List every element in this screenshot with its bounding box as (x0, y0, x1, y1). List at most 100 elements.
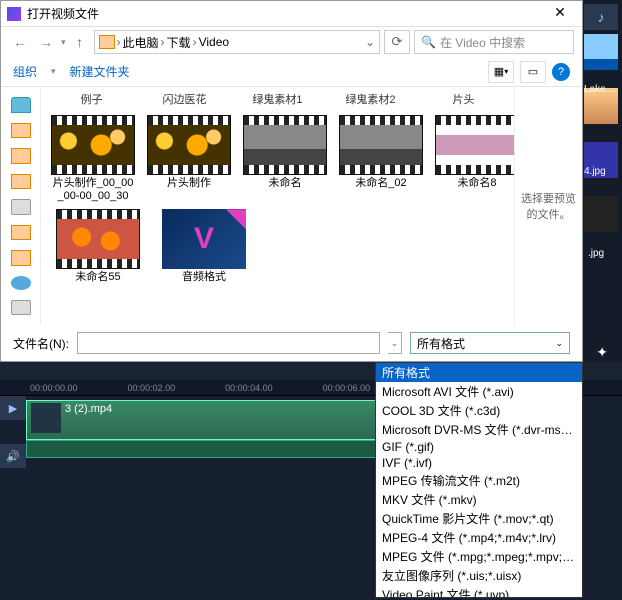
clip-label: 3 (2).mp4 (65, 403, 112, 415)
preview-hint: 选择要预览的文件。 (519, 190, 578, 222)
file-type-selected: 所有格式 (417, 335, 465, 352)
chevron-right-icon: › (117, 35, 121, 49)
item-label: 片头制作_00_00_00-00_00_30 (51, 177, 135, 203)
help-button[interactable]: ? (552, 63, 570, 81)
window-title: 打开视频文件 (27, 5, 544, 22)
view-mode-button[interactable]: ▦ ▾ (488, 61, 514, 83)
sidebar-folder[interactable] (11, 174, 31, 190)
path-segment[interactable]: 下载 (167, 34, 191, 51)
filename-label: 文件名(N): (13, 335, 69, 352)
titlebar: 打开视频文件 ✕ (1, 1, 582, 27)
app-icon (7, 7, 21, 21)
chevron-down-icon[interactable]: ▾ (51, 66, 56, 77)
music-tab[interactable]: ♪ (584, 4, 618, 30)
file-item[interactable]: 片头制作_00_00_00-00_00_30 (51, 115, 135, 203)
item-label: 未命名8 (457, 177, 496, 190)
item-label: 未命名 (269, 177, 302, 190)
file-grid: 例子 闪边医花 绿鬼素材1 绿鬼素材2 片头 片头制作_00_00_00-00_… (41, 87, 514, 325)
ruler-tick: 00:00:04.00 (225, 383, 273, 393)
chevron-down-icon[interactable]: ⌄ (365, 35, 375, 49)
file-item[interactable]: 片头制作 (147, 115, 231, 203)
file-type-combo[interactable]: 所有格式 ⌄ (410, 332, 570, 354)
new-folder-button[interactable]: 新建文件夹 (70, 63, 130, 80)
dropdown-option[interactable]: Microsoft DVR-MS 文件 (*.dvr-ms;*.wtv) (376, 420, 582, 439)
chevron-down-icon: ⌄ (555, 338, 563, 349)
thumb-label: Lake.... (584, 84, 617, 95)
sidebar-folder[interactable] (11, 123, 31, 139)
dropdown-option[interactable]: 所有格式 (376, 363, 582, 382)
app-file-icon (162, 209, 246, 269)
item-label: 未命名_02 (355, 177, 406, 190)
sidebar-onedrive[interactable] (11, 276, 31, 290)
dropdown-option[interactable]: GIF (*.gif) (376, 439, 582, 455)
refresh-button[interactable]: ⟳ (384, 30, 410, 54)
path-bar[interactable]: › 此电脑 › 下载 › Video ⌄ (94, 30, 380, 54)
dropdown-option[interactable]: MKV 文件 (*.mkv) (376, 490, 582, 509)
item-label: 未命名55 (75, 271, 120, 284)
file-item[interactable]: 未命名_02 (339, 115, 423, 203)
close-button[interactable]: ✕ (544, 4, 576, 24)
dropdown-option[interactable]: COOL 3D 文件 (*.c3d) (376, 401, 582, 420)
audio-track-header[interactable]: 🔊 (0, 444, 26, 468)
dropdown-option[interactable]: QuickTime 影片文件 (*.mov;*.qt) (376, 509, 582, 528)
ruler-tick: 00:00:00.00 (30, 383, 78, 393)
dropdown-option[interactable]: Video Paint 文件 (*.uvp) (376, 585, 582, 598)
organize-menu[interactable]: 组织 (13, 63, 37, 80)
dropdown-option[interactable]: IVF (*.ivf) (376, 455, 582, 471)
item-label[interactable]: 绿鬼素材1 (237, 91, 318, 107)
item-label[interactable]: 闪边医花 (144, 91, 225, 107)
partial-row: 例子 闪边医花 绿鬼素材1 绿鬼素材2 片头 (51, 91, 504, 107)
sidebar-this-pc[interactable] (11, 199, 31, 215)
item-label[interactable]: 绿鬼素材2 (330, 91, 411, 107)
open-file-dialog: 打开视频文件 ✕ ← → ▾ ↑ › 此电脑 › 下载 › Video ⌄ ⟳ … (0, 0, 583, 362)
search-input[interactable]: 🔍 在 Video 中搜索 (414, 30, 574, 54)
sidebar-quick-access[interactable] (11, 97, 31, 113)
folder-icon (99, 35, 115, 49)
search-icon: 🔍 (421, 35, 436, 49)
history-dropdown-icon[interactable]: ▾ (61, 37, 66, 48)
file-item[interactable]: 未命名8 (435, 115, 514, 203)
dropdown-option[interactable]: MPEG 文件 (*.mpg;*.mpeg;*.mpv;*.m2p;...) (376, 547, 582, 566)
crosshair-icon[interactable]: ✦ (596, 344, 608, 361)
library-thumb[interactable] (584, 196, 618, 232)
clip-thumbnail (31, 403, 61, 433)
sidebar-folder[interactable] (11, 250, 31, 266)
toolbar: 组织 ▾ 新建文件夹 ▦ ▾ ▭ ? (1, 57, 582, 87)
dropdown-option[interactable]: MPEG 传输流文件 (*.m2t) (376, 471, 582, 490)
ruler-tick: 00:00:02.00 (128, 383, 176, 393)
library-thumb[interactable] (584, 34, 618, 70)
path-segment[interactable]: Video (199, 35, 229, 49)
sidebar-folder[interactable] (11, 225, 31, 241)
thumb-label: 4.jpg (584, 166, 606, 177)
nav-bar: ← → ▾ ↑ › 此电脑 › 下载 › Video ⌄ ⟳ 🔍 在 Video… (1, 27, 582, 57)
file-item[interactable]: 未命名 (243, 115, 327, 203)
dropdown-option[interactable]: MPEG-4 文件 (*.mp4;*.m4v;*.lrv) (376, 528, 582, 547)
sidebar-network[interactable] (11, 300, 31, 316)
item-label: 音频格式 (182, 271, 226, 284)
search-placeholder: 在 Video 中搜索 (440, 34, 525, 51)
preview-pane: 选择要预览的文件。 (514, 87, 582, 325)
item-label: 片头制作 (167, 177, 211, 190)
file-type-dropdown-list: 所有格式 Microsoft AVI 文件 (*.avi) COOL 3D 文件… (375, 362, 583, 598)
path-segment[interactable]: 此电脑 (123, 34, 159, 51)
back-button[interactable]: ← (9, 31, 31, 53)
file-item[interactable]: 未命名55 (51, 209, 145, 284)
chevron-right-icon: › (161, 35, 165, 49)
preview-pane-button[interactable]: ▭ (520, 61, 546, 83)
dialog-footer: 文件名(N): ⌄ 所有格式 ⌄ (1, 325, 582, 361)
thumb-label: .jpg (588, 248, 604, 259)
filename-input[interactable] (77, 332, 380, 354)
dropdown-option[interactable]: 友立图像序列 (*.uis;*.uisx) (376, 566, 582, 585)
dropdown-option[interactable]: Microsoft AVI 文件 (*.avi) (376, 382, 582, 401)
sidebar-folder[interactable] (11, 148, 31, 164)
video-clip[interactable]: 3 (2).mp4 (26, 400, 406, 440)
file-item[interactable]: 音频格式 (157, 209, 251, 284)
nav-sidebar (1, 87, 41, 325)
filename-history-dropdown[interactable]: ⌄ (388, 332, 402, 354)
item-label[interactable]: 片头 (423, 91, 504, 107)
forward-button[interactable]: → (35, 31, 57, 53)
item-label[interactable]: 例子 (51, 91, 132, 107)
video-track-header[interactable]: ▶ (0, 396, 26, 420)
up-button[interactable]: ↑ (70, 32, 90, 52)
audio-clip[interactable] (26, 440, 406, 458)
